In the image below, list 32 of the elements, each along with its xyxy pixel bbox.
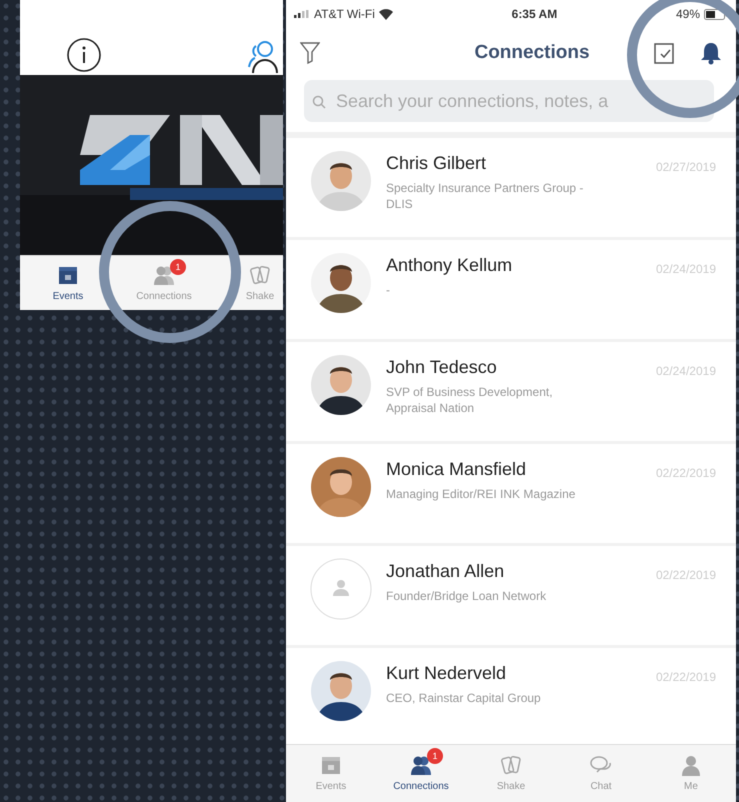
battery-icon	[704, 8, 728, 20]
contact-subtitle: Managing Editor/REI INK Magazine	[386, 487, 576, 503]
contact-name: Chris Gilbert	[386, 152, 488, 175]
tab-bar-item[interactable]: Connections 1	[376, 745, 466, 802]
contact-name: John Tedesco	[386, 356, 498, 379]
contact-name: Kurt Nederveld	[386, 662, 508, 685]
contact-name: Jonathan Allen	[386, 560, 506, 583]
wifi-icon	[378, 8, 393, 20]
contact-name: Anthony Kellum	[386, 254, 514, 277]
notification-badge: 1	[427, 748, 443, 764]
notification-badge: 1	[170, 259, 186, 275]
clock: 6:35 AM	[512, 6, 558, 23]
search-field[interactable]: Search your connections, notes, a	[304, 80, 714, 122]
screen-title: Connections	[474, 40, 590, 65]
contact-subtitle: SVP of Business Development, Appraisal Nation	[386, 385, 554, 416]
carrier-label: AT&T Wi-Fi	[314, 6, 375, 23]
battery-label: 49%	[676, 6, 700, 23]
tab-bar-item[interactable]: Connections 1	[116, 256, 212, 310]
contact-subtitle: Specialty Insurance Partners Group - DLIS	[386, 181, 584, 212]
signal-icon	[294, 10, 310, 18]
contact-subtitle: Founder/Bridge Loan Network	[386, 589, 548, 605]
filter-icon[interactable]	[300, 41, 320, 65]
info-icon[interactable]	[66, 37, 102, 73]
contact-subtitle: -	[386, 283, 391, 299]
tab-bar-item[interactable]: Events	[20, 256, 116, 310]
contact-subtitle: CEO, Rainstar Capital Group	[386, 691, 542, 707]
bell-icon[interactable]	[700, 41, 722, 65]
contact-name: Monica Mansfield	[386, 458, 528, 481]
person-icon	[679, 753, 703, 777]
phones-icon	[499, 753, 523, 777]
avatar-placeholder-icon	[310, 558, 372, 620]
note-icon[interactable]	[654, 41, 676, 65]
